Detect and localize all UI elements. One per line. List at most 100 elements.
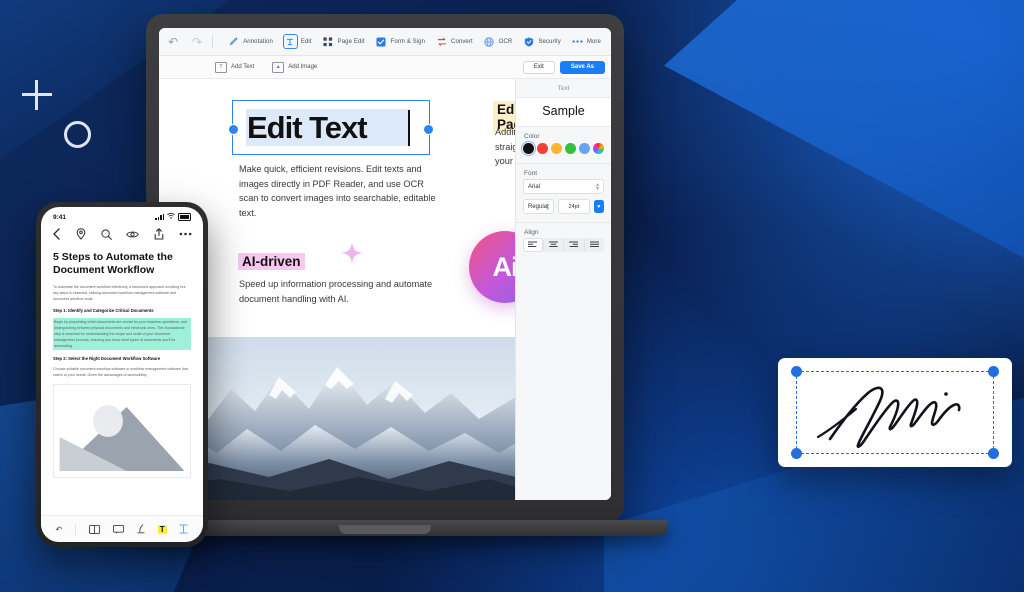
color-swatch-row	[516, 142, 611, 161]
add-text-icon: T	[215, 62, 227, 73]
section-body-edit-pages: Adding, removing, or inserting pages is …	[495, 125, 515, 169]
font-size-input[interactable]: 24pt	[558, 199, 590, 214]
resize-handle-left[interactable]	[228, 124, 239, 135]
more-dots-icon	[571, 35, 584, 48]
ai-badge: Ai	[469, 231, 515, 303]
phone-status-bar: 9:41	[41, 207, 203, 223]
add-image-button[interactable]: ▲ Add Image	[272, 62, 317, 73]
signature-handle-topleft[interactable]	[791, 366, 802, 377]
back-chevron-icon[interactable]	[52, 228, 61, 240]
laptop-screen: ↶ ↷ Annotation	[159, 28, 611, 500]
align-right-button[interactable]	[564, 238, 585, 252]
checkbox-icon	[375, 35, 388, 48]
signal-icon	[155, 214, 164, 220]
document-workspace: Edit Text Make quick, efficient revision…	[159, 79, 611, 500]
laptop-device: ↶ ↷ Annotation	[146, 14, 624, 534]
eye-icon[interactable]	[126, 230, 139, 239]
align-button-group	[516, 238, 611, 258]
signature-selection-box[interactable]	[796, 371, 994, 454]
phone-device: 9:41	[36, 202, 208, 547]
highlight-text-icon[interactable]: T	[158, 525, 167, 534]
section-heading-ai-driven: AI-driven	[238, 253, 305, 270]
align-section-label: Align	[516, 223, 611, 238]
panel-sample-preview: Sample	[516, 97, 611, 127]
color-swatch-blue[interactable]	[579, 143, 590, 154]
toolbar-label: Page Edit	[338, 39, 365, 45]
font-family-select[interactable]: Arial ▲▼	[523, 179, 604, 194]
undo-icon[interactable]: ↶	[168, 36, 178, 48]
phone-document-content[interactable]: 5 Steps to Automate the Document Workflo…	[41, 246, 203, 378]
text-cursor-icon[interactable]	[179, 524, 188, 534]
bookmark-pin-icon[interactable]	[76, 228, 86, 240]
font-size-dropdown-button[interactable]: ▼	[594, 200, 604, 213]
color-swatch-black[interactable]	[523, 143, 534, 154]
toolbar-label: Edit	[301, 39, 312, 45]
pdf-document-canvas[interactable]: Edit Text Make quick, efficient revision…	[159, 79, 515, 500]
text-caret	[408, 110, 410, 146]
ocr-globe-icon	[483, 35, 496, 48]
color-swatch-red[interactable]	[537, 143, 548, 154]
section-body-edit-text: Make quick, efficient revisions. Edit te…	[239, 162, 439, 220]
color-swatch-green[interactable]	[565, 143, 576, 154]
toolbar-label: Security	[538, 39, 560, 45]
color-swatch-custom[interactable]	[593, 143, 604, 154]
panel-title: Text	[516, 79, 611, 97]
toolbar-label: OCR	[499, 39, 513, 45]
signature-handle-bottomright[interactable]	[988, 448, 999, 459]
share-icon[interactable]	[154, 228, 164, 240]
toolbar-item-annotation[interactable]: Annotation	[222, 33, 278, 50]
edit-text-selection-box[interactable]: Edit Text	[232, 100, 430, 155]
phone-step1-heading: Step 1: Identify and Categorize Critical…	[53, 308, 191, 313]
add-image-label: Add Image	[288, 64, 317, 70]
screenshot-stage: ↶ ↷ Annotation	[0, 0, 1024, 592]
comment-icon[interactable]	[113, 525, 124, 534]
toolbar-divider	[75, 524, 76, 535]
font-family-value: Arial	[528, 184, 540, 190]
align-center-button[interactable]	[544, 238, 565, 252]
ai-badge-label: Ai	[493, 252, 516, 283]
circle-decoration-icon	[64, 121, 91, 148]
redo-icon[interactable]: ↷	[192, 36, 202, 48]
section-body-ai-driven: Speed up information processing and auto…	[239, 277, 466, 306]
book-view-icon[interactable]	[89, 525, 100, 534]
color-section-label: Color	[516, 127, 611, 142]
signature-card[interactable]	[778, 358, 1012, 467]
toolbar-item-page-edit[interactable]: Page Edit	[317, 33, 370, 50]
mountain-photo	[159, 337, 515, 500]
more-dots-icon[interactable]	[179, 232, 192, 236]
color-swatch-orange[interactable]	[551, 143, 562, 154]
toolbar-item-edit[interactable]: Edit	[278, 32, 317, 51]
sparkle-icon	[341, 242, 363, 264]
toolbar-item-ocr[interactable]: OCR	[478, 33, 518, 50]
search-icon[interactable]	[101, 229, 112, 240]
status-time: 9:41	[53, 214, 66, 221]
add-image-icon: ▲	[272, 62, 284, 73]
app-toolbar: ↶ ↷ Annotation	[159, 28, 611, 56]
laptop-body: ↶ ↷ Annotation	[146, 14, 624, 522]
page-grid-icon	[322, 35, 335, 48]
toolbar-item-more[interactable]: More	[566, 33, 606, 50]
font-style-select[interactable]: Regular ▲▼	[523, 199, 554, 214]
toolbar-label: Form & Sign	[391, 39, 425, 45]
signature-handle-topright[interactable]	[988, 366, 999, 377]
exit-button[interactable]: Exit	[523, 61, 555, 74]
battery-icon	[178, 213, 191, 221]
add-text-label: Add Text	[231, 64, 254, 70]
signature-handle-bottomleft[interactable]	[791, 448, 802, 459]
undo-icon[interactable]: ↶	[55, 525, 62, 534]
phone-doc-intro: To automate the document workflow effect…	[53, 284, 191, 302]
align-justify-button[interactable]	[585, 238, 605, 252]
toolbar-item-form-sign[interactable]: Form & Sign	[370, 33, 430, 50]
align-left-button[interactable]	[523, 238, 544, 252]
toolbar-divider	[212, 35, 213, 48]
stepper-icon: ▲▼	[545, 203, 550, 211]
stepper-icon: ▲▼	[595, 183, 600, 191]
add-text-button[interactable]: T Add Text	[215, 62, 254, 73]
app-subtoolbar: T Add Text ▲ Add Image Exit Save As	[159, 56, 611, 79]
signature-icon[interactable]	[137, 524, 145, 534]
toolbar-item-convert[interactable]: Convert	[430, 33, 478, 50]
phone-step2-heading: Step 2: Select the Right Document Workfl…	[53, 356, 191, 361]
save-as-button[interactable]: Save As	[560, 61, 605, 74]
toolbar-item-security[interactable]: Security	[517, 33, 565, 50]
resize-handle-right[interactable]	[423, 124, 434, 135]
